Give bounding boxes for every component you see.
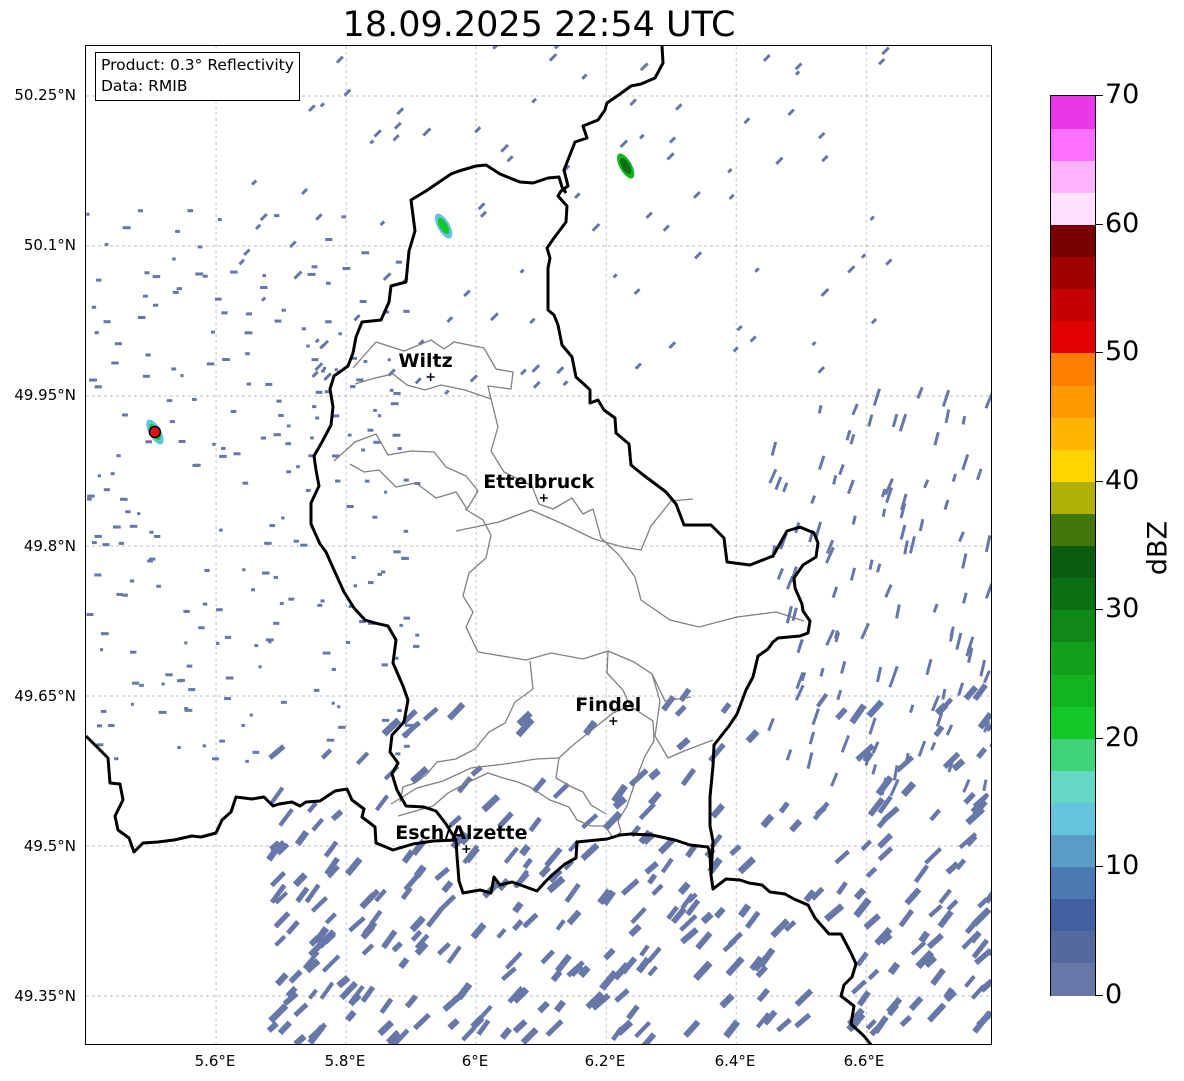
colorbar-segment [1051, 481, 1095, 514]
colorbar-segment [1051, 288, 1095, 322]
city-label: Esch/Alzette [395, 822, 527, 844]
colorbar-segment [1051, 128, 1095, 161]
lat-label: 49.95°N [14, 386, 76, 404]
city-markers: Wiltz Ettelbruck Findel Esch/Alzette [395, 350, 641, 853]
lat-label: 49.35°N [14, 987, 76, 1005]
colorbar-tick [1096, 866, 1103, 868]
city-label: Wiltz [399, 350, 453, 372]
colorbar-tick-label: 50 [1105, 336, 1140, 368]
colorbar-tick [1096, 609, 1103, 611]
colorbar-segment [1051, 609, 1095, 643]
colorbar-tick-label: 0 [1105, 979, 1123, 1010]
map-title: 18.09.2025 22:54 UTC [342, 5, 736, 45]
lat-label: 49.65°N [14, 687, 76, 705]
colorbar-label: dBZ [1142, 520, 1174, 576]
colorbar-segment [1051, 352, 1095, 386]
lon-label: 5.8°E [324, 1052, 366, 1070]
colorbar-segment [1051, 706, 1095, 739]
colorbar-segment [1051, 384, 1095, 418]
colorbar-segment [1051, 738, 1095, 771]
lat-label: 49.5°N [23, 837, 76, 855]
colorbar-tick [1096, 737, 1103, 739]
lon-label: 6.2°E [584, 1052, 626, 1070]
colorbar [1050, 95, 1096, 996]
colorbar-tick-label: 70 [1105, 79, 1140, 110]
city-marker[interactable]: Wiltz [399, 350, 453, 381]
city-marker[interactable]: Findel [575, 694, 641, 725]
lon-label: 6.4°E [714, 1052, 756, 1070]
lat-label: 50.25°N [14, 86, 76, 104]
colorbar-segment [1051, 513, 1095, 547]
colorbar-segment [1051, 192, 1095, 226]
colorbar-tick [1096, 352, 1103, 354]
radar-map[interactable]: Wiltz Ettelbruck Findel Esch/Alzette [85, 45, 992, 1045]
colorbar-segment [1051, 449, 1095, 482]
data-source-text: Data: RMIB [101, 77, 188, 95]
colorbar-segment [1051, 866, 1095, 900]
city-marker[interactable]: Ettelbruck [483, 471, 595, 502]
lon-label: 6.6°E [843, 1052, 885, 1070]
canton-borders [333, 339, 805, 839]
colorbar-tick [1096, 223, 1103, 225]
colorbar-segment [1051, 770, 1095, 803]
colorbar-segment [1051, 802, 1095, 836]
lat-label: 50.1°N [23, 236, 76, 254]
colorbar-segment [1051, 898, 1095, 932]
colorbar-tick-label: 30 [1105, 593, 1140, 625]
colorbar-segment [1051, 256, 1095, 290]
colorbar-tick-label: 10 [1105, 850, 1140, 882]
colorbar-segment [1051, 930, 1095, 964]
product-text: Product: 0.3° Reflectivity [101, 56, 294, 74]
product-info-box: Product: 0.3° Reflectivity Data: RMIB [95, 52, 300, 101]
colorbar-segment [1051, 834, 1095, 868]
colorbar-tick [1096, 995, 1103, 996]
colorbar-segment [1051, 96, 1095, 129]
colorbar-segment [1051, 673, 1095, 707]
lon-label: 6°E [461, 1052, 489, 1070]
colorbar-tick [1096, 95, 1103, 96]
colorbar-segment [1051, 417, 1095, 450]
colorbar-segment [1051, 962, 1095, 996]
colorbar-segment [1051, 320, 1095, 354]
colorbar-tick-label: 20 [1105, 721, 1140, 753]
radar-map-canvas: Wiltz Ettelbruck Findel Esch/Alzette [86, 46, 991, 1044]
colorbar-segment [1051, 160, 1095, 193]
colorbar-segment [1051, 641, 1095, 675]
colorbar-segment [1051, 545, 1095, 579]
lat-label: 49.8°N [23, 537, 76, 555]
colorbar-segment [1051, 224, 1095, 258]
colorbar-segment [1051, 577, 1095, 611]
radar-site-marker[interactable] [148, 425, 162, 439]
colorbar-tick-label: 40 [1105, 464, 1140, 496]
country-borders [86, 46, 873, 1044]
lon-label: 5.6°E [194, 1052, 236, 1070]
city-label: Findel [575, 694, 641, 716]
precipitation-echoes [86, 46, 991, 1044]
colorbar-tick-label: 60 [1105, 207, 1140, 239]
city-label: Ettelbruck [483, 471, 594, 493]
colorbar-tick [1096, 480, 1103, 482]
